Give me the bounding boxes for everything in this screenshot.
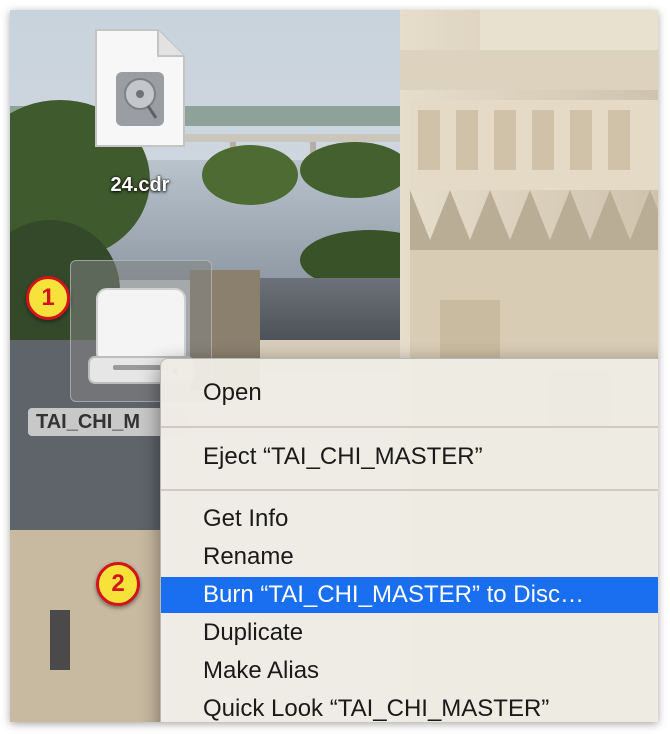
- menu-separator: [161, 489, 658, 491]
- step-badge-1: 1: [26, 276, 70, 320]
- menu-item-duplicate[interactable]: Duplicate: [161, 615, 658, 651]
- menu-item-quick-look[interactable]: Quick Look “TAI_CHI_MASTER”: [161, 691, 658, 722]
- menu-separator: [161, 426, 658, 428]
- file-icon-label: 24.cdr: [110, 174, 170, 196]
- menu-item-make-alias[interactable]: Make Alias: [161, 653, 658, 689]
- menu-item-burn-to-disc[interactable]: Burn “TAI_CHI_MASTER” to Disc…: [161, 577, 658, 613]
- screenshot-frame: 24.cdr TAI_CHI_M 1 2 Open Eject “TAI_CHI…: [10, 10, 658, 722]
- menu-item-get-info[interactable]: Get Info: [161, 501, 658, 537]
- menu-item-open[interactable]: Open: [161, 375, 658, 411]
- context-menu: Open Eject “TAI_CHI_MASTER” Get Info Ren…: [160, 358, 658, 722]
- menu-item-eject[interactable]: Eject “TAI_CHI_MASTER”: [161, 439, 658, 475]
- menu-item-rename[interactable]: Rename: [161, 539, 658, 575]
- step-badge-2: 2: [96, 562, 140, 606]
- disk-image-file-icon[interactable]: [94, 28, 186, 153]
